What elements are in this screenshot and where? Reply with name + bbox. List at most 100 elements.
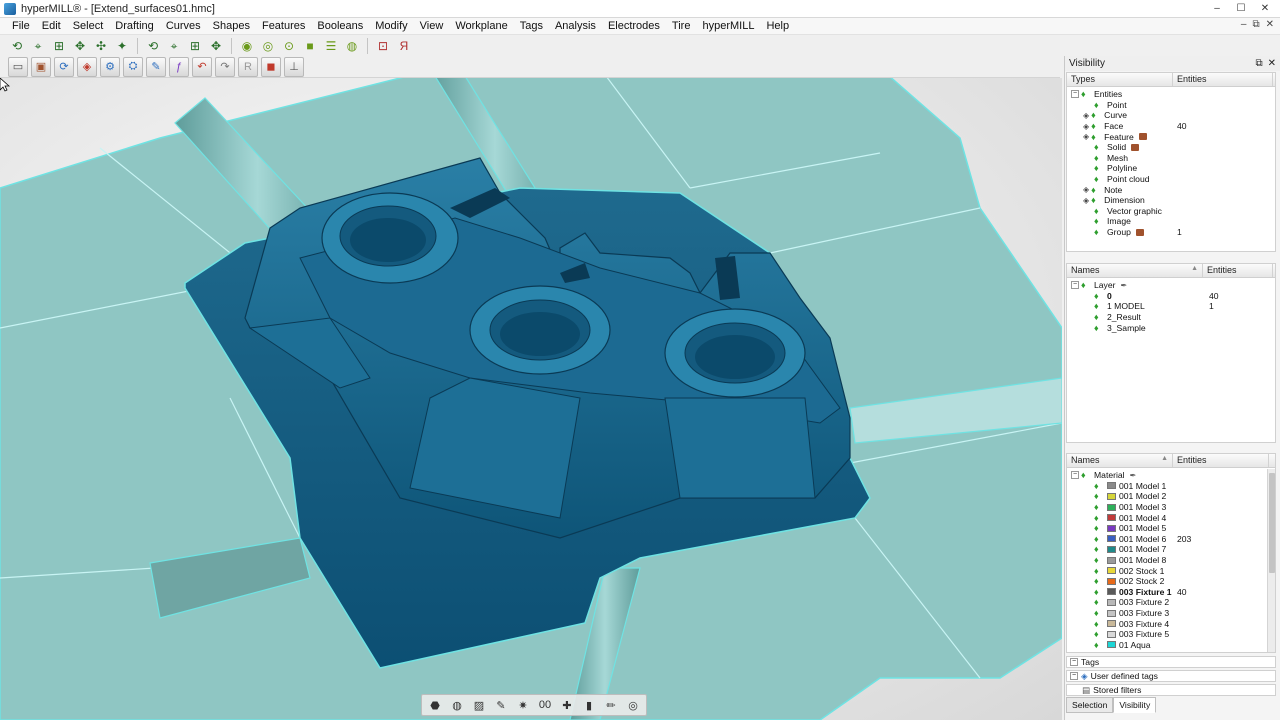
visibility-bulb-icon[interactable]: ♦	[1094, 227, 1104, 237]
visibility-bulb-icon[interactable]: ♦	[1094, 566, 1104, 576]
entities-column[interactable]: Entities	[1173, 454, 1269, 467]
visibility-bulb-icon[interactable]: ♦	[1094, 100, 1104, 110]
tool-icon[interactable]: ⚙	[100, 56, 120, 77]
shade-icon[interactable]: ⬣	[425, 696, 445, 714]
curve-edit-icon[interactable]: ƒ	[169, 56, 189, 77]
menu-edit[interactable]: Edit	[36, 20, 67, 32]
visibility-bulb-icon[interactable]: ♦	[1094, 587, 1104, 597]
curve-cross-icon[interactable]: ✣	[92, 37, 110, 55]
names-column[interactable]: Names ▲	[1067, 454, 1173, 467]
menu-booleans[interactable]: Booleans	[311, 20, 369, 32]
menu-help[interactable]: Help	[760, 20, 795, 32]
visibility-bulb-icon[interactable]: ♦	[1094, 502, 1104, 512]
model-icon[interactable]: ◈	[77, 56, 97, 77]
close-button[interactable]: ✕	[1254, 1, 1276, 15]
expand-diamond-icon[interactable]: ◈	[1083, 132, 1089, 141]
scrollbar-thumb[interactable]	[1269, 473, 1275, 573]
grid-sphere-icon[interactable]: ◎	[623, 696, 643, 714]
maximize-button[interactable]: ☐	[1230, 1, 1252, 15]
types-column[interactable]: Types	[1067, 73, 1173, 86]
expand-icon[interactable]: −	[1070, 672, 1078, 680]
menu-tags[interactable]: Tags	[514, 20, 549, 32]
visibility-bulb-icon[interactable]: ♦	[1094, 576, 1104, 586]
cube-view-icon[interactable]: ◼	[261, 56, 281, 77]
expand-icon[interactable]: −	[1070, 658, 1078, 666]
visibility-bulb-icon[interactable]: ♦	[1094, 629, 1104, 639]
menu-features[interactable]: Features	[256, 20, 311, 32]
visibility-bulb-icon[interactable]: ♦	[1094, 640, 1104, 650]
menu-workplane[interactable]: Workplane	[449, 20, 513, 32]
type-note[interactable]: ◈ ♦ Note	[1067, 184, 1275, 195]
visibility-bulb-icon[interactable]: ♦	[1094, 174, 1104, 184]
type-image[interactable]: ♦ Image	[1067, 216, 1275, 227]
entities-column[interactable]: Entities	[1173, 73, 1273, 86]
menu-electrodes[interactable]: Electrodes	[602, 20, 666, 32]
redo-r-icon[interactable]: R	[238, 56, 258, 77]
collapse-icon[interactable]: −	[1071, 90, 1079, 99]
collapse-icon[interactable]: −	[1071, 471, 1079, 480]
redo-icon[interactable]: ↷	[215, 56, 235, 77]
materials-scrollbar[interactable]	[1267, 469, 1275, 652]
menu-modify[interactable]: Modify	[369, 20, 413, 32]
material-item[interactable]: ♦ 002 Stock 2	[1067, 576, 1275, 587]
collapse-icon[interactable]: −	[1071, 281, 1079, 290]
visibility-bulb-icon[interactable]: ♦	[1094, 301, 1104, 311]
type-solid[interactable]: ♦ Solid	[1067, 142, 1275, 153]
material-item[interactable]: ♦ 001 Model 4	[1067, 512, 1275, 523]
dim-r-icon[interactable]: Я	[395, 37, 413, 55]
visibility-bulb-icon[interactable]: ♦	[1094, 481, 1104, 491]
solid-disc-icon[interactable]: ⊙	[280, 37, 298, 55]
tree-root-layer[interactable]: − ♦ Layer ✒	[1067, 280, 1275, 291]
material-item[interactable]: ♦ 001 Model 5	[1067, 523, 1275, 534]
menu-file[interactable]: File	[6, 20, 36, 32]
solid-torus-icon[interactable]: ◍	[343, 37, 361, 55]
marker-icon[interactable]: ▮	[579, 696, 599, 714]
visibility-bulb-icon[interactable]: ♦	[1094, 153, 1104, 163]
visibility-bulb-icon[interactable]: ♦	[1094, 323, 1104, 333]
minimize-button[interactable]: –	[1206, 1, 1228, 15]
face-select-icon[interactable]: ⌖	[165, 37, 183, 55]
visibility-bulb-icon[interactable]: ♦	[1094, 163, 1104, 173]
visibility-bulb-icon[interactable]: ♦	[1094, 555, 1104, 565]
material-item[interactable]: ♦ 003 Fixture 4	[1067, 618, 1275, 629]
pointer-icon[interactable]: ✚	[557, 696, 577, 714]
visibility-bulb-icon[interactable]: ♦	[1094, 312, 1104, 322]
visibility-bulb-icon[interactable]: ♦	[1094, 534, 1104, 544]
type-point[interactable]: ♦ Point	[1067, 100, 1275, 111]
visibility-bulb-icon[interactable]: ♦	[1094, 619, 1104, 629]
tab-selection[interactable]: Selection	[1066, 697, 1114, 713]
doc-minimize-button[interactable]: –	[1241, 19, 1247, 30]
new-doc-icon[interactable]: ▭	[8, 56, 28, 77]
tree-root-entities[interactable]: − ♦ Entities	[1067, 89, 1275, 100]
material-item[interactable]: ♦ 003 Fixture 3	[1067, 608, 1275, 619]
solid-box-icon[interactable]: ■	[301, 37, 319, 55]
material-item[interactable]: ♦ 001 Model 7	[1067, 544, 1275, 555]
visibility-bulb-icon[interactable]: ♦	[1094, 544, 1104, 554]
visibility-bulb-icon[interactable]: ♦	[1091, 132, 1101, 142]
type-vector-graphic[interactable]: ♦ Vector graphic	[1067, 206, 1275, 217]
model-viewport[interactable]	[0, 78, 1062, 720]
menu-hypermill[interactable]: hyperMILL	[696, 20, 760, 32]
visibility-bulb-icon[interactable]: ♦	[1094, 608, 1104, 618]
curve-box-icon[interactable]: ⊞	[50, 37, 68, 55]
material-item[interactable]: ♦ 002 Stock 1	[1067, 565, 1275, 576]
expand-diamond-icon[interactable]: ◈	[1083, 122, 1089, 131]
curve-lasso-icon[interactable]: ⟲	[8, 37, 26, 55]
visibility-bulb-icon[interactable]: ♦	[1091, 185, 1101, 195]
undo-icon[interactable]: ↶	[192, 56, 212, 77]
visibility-bulb-icon[interactable]: ♦	[1094, 597, 1104, 607]
edit-pen-icon[interactable]: ✒	[1121, 281, 1128, 290]
sphere-icon[interactable]: ◍	[447, 696, 467, 714]
type-group[interactable]: ♦ Group 1	[1067, 227, 1275, 238]
face-lasso-icon[interactable]: ⟲	[144, 37, 162, 55]
fixture-icon[interactable]: ⛭	[123, 56, 143, 77]
type-polyline[interactable]: ♦ Polyline	[1067, 163, 1275, 174]
zero-zero-icon[interactable]: 00	[535, 696, 555, 714]
layer-item[interactable]: ♦ 2_Result	[1067, 312, 1275, 323]
layer-item[interactable]: ♦ 1 MODEL 1	[1067, 301, 1275, 312]
names-column[interactable]: Names ▲	[1067, 264, 1203, 277]
dim-icon[interactable]: ⊡	[374, 37, 392, 55]
material-item[interactable]: ♦ 001 Model 1	[1067, 481, 1275, 492]
face-box-icon[interactable]: ⊞	[186, 37, 204, 55]
type-feature[interactable]: ◈ ♦ Feature	[1067, 131, 1275, 142]
